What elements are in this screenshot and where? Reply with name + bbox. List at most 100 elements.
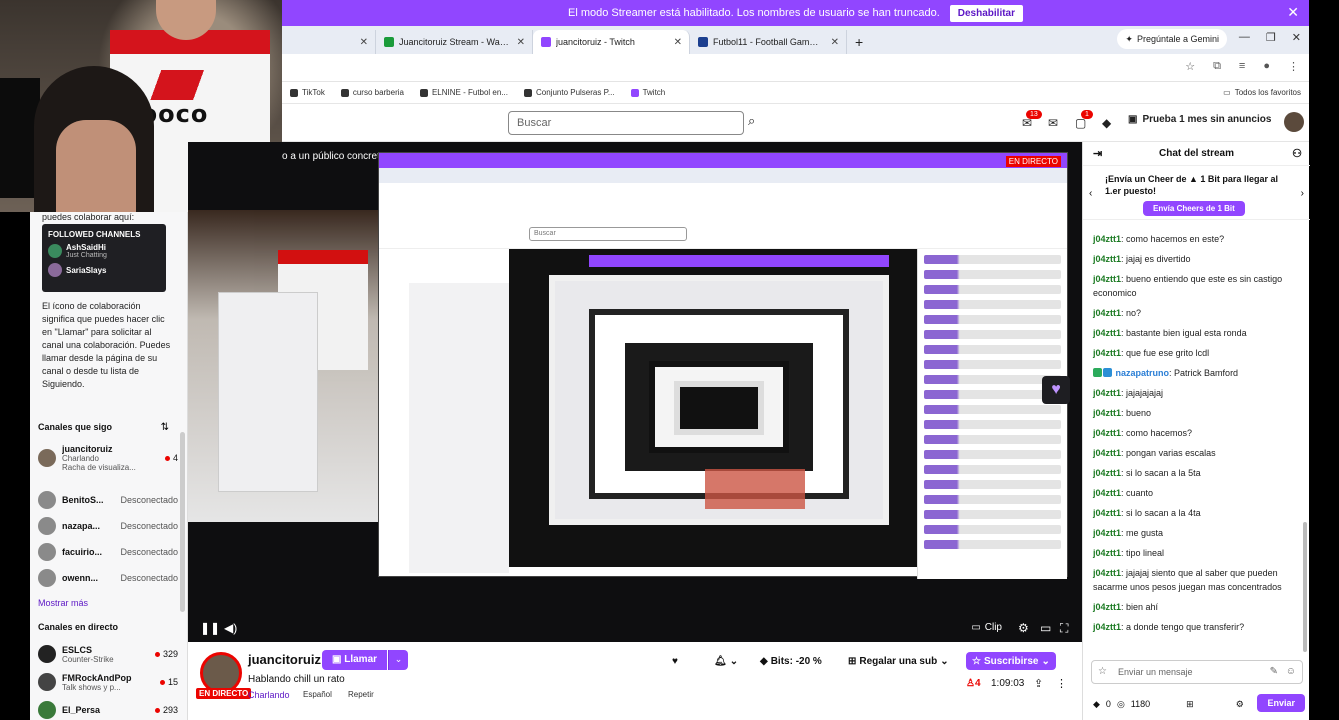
chat-username[interactable]: j04ztt1 (1093, 408, 1121, 418)
bookmark-elnine[interactable]: ELNINE - Futbol en... (419, 88, 508, 97)
chat-username[interactable]: j04ztt1 (1093, 488, 1121, 498)
gemini-button[interactable]: ✦ Pregúntale a Gemini (1117, 29, 1227, 49)
chat-username[interactable]: j04ztt1 (1093, 622, 1121, 632)
show-more-link[interactable]: Mostrar más (38, 598, 88, 608)
all-bookmarks-folder[interactable]: ▭ Todos los favoritos (1223, 88, 1301, 97)
sidebar-channel-nazapa[interactable]: nazapa... Desconectado (38, 514, 178, 538)
tab-twitch[interactable]: juancitoruiz - Twitch ✕ (533, 30, 690, 54)
emote-picker-icon[interactable]: ☆ (1098, 666, 1107, 677)
chat-scrollbar[interactable] (1303, 522, 1307, 652)
streamer-name[interactable]: juancitoruiz (248, 652, 321, 667)
chevron-right-icon[interactable]: › (1301, 188, 1304, 199)
bookmark-pulseras[interactable]: Conjunto Pulseras P... (524, 88, 615, 97)
chevron-left-icon[interactable]: ‹ (1089, 188, 1092, 199)
more-options-icon[interactable]: ⋮ (1056, 677, 1067, 690)
bookmark-curso-barberia[interactable]: curso barberia (340, 88, 404, 97)
disable-streamer-mode-button[interactable]: Deshabilitar (949, 4, 1024, 22)
whispers-icon[interactable]: ✉ (1048, 116, 1058, 130)
address-bar[interactable]: ☆ ⧉ ≡ ● ⋮ (282, 54, 1309, 82)
chat-username[interactable]: j04ztt1 (1093, 308, 1121, 318)
volume-icon[interactable]: ◀) (224, 621, 237, 635)
call-button[interactable]: ▣ Llamar (322, 650, 388, 670)
settings-icon[interactable]: ⚙ (1018, 621, 1029, 635)
chat-username[interactable]: j04ztt1 (1093, 602, 1121, 612)
close-tab-icon[interactable]: ✕ (674, 37, 682, 48)
chat-username[interactable]: j04ztt1 (1093, 528, 1121, 538)
sparkle-icon[interactable]: ✎ (1270, 666, 1278, 677)
sort-icon[interactable]: ⇅ (161, 422, 169, 433)
restore-icon[interactable]: ❐ (1266, 31, 1276, 44)
chat-username[interactable]: j04ztt1 (1093, 388, 1121, 398)
stream-category-link[interactable]: Charlando (248, 690, 290, 700)
send-button[interactable]: Enviar (1257, 694, 1305, 712)
follow-heart-button[interactable]: ♥ (666, 652, 684, 670)
close-icon[interactable]: ✕ (1287, 4, 1299, 21)
star-icon[interactable]: ☆ (1185, 60, 1195, 73)
close-tab-icon[interactable]: ✕ (360, 37, 368, 48)
menu-icon[interactable]: ⋮ (1288, 60, 1299, 73)
share-icon[interactable]: ⇪ (1034, 677, 1043, 690)
chat-username[interactable]: j04ztt1 (1093, 234, 1121, 244)
bookmark-twitch[interactable]: Twitch (630, 88, 665, 97)
sidebar-channel-juancitoruiz[interactable]: juancitoruiz Charlando Racha de visualiza.… (38, 444, 178, 472)
extensions-icon[interactable]: ⧉ (1213, 60, 1221, 73)
chat-username[interactable]: j04ztt1 (1093, 508, 1121, 518)
chat-username[interactable]: j04ztt1 (1093, 448, 1121, 458)
heart-icon[interactable]: ♥ (1042, 376, 1070, 404)
tab-futbol11[interactable]: Futbol11 - Football Games Daily ✕ (690, 30, 847, 54)
gift-label: Regalar una sub (859, 655, 938, 667)
tab-partial[interactable]: ✕ (282, 30, 376, 54)
close-tab-icon[interactable]: ✕ (517, 37, 525, 48)
sidebar-scrollbar[interactable] (180, 432, 185, 612)
chat-username[interactable]: j04ztt1 (1093, 328, 1121, 338)
chat-username[interactable]: j04ztt1 (1093, 254, 1121, 264)
gift-icon[interactable]: ⊞ (1186, 699, 1194, 710)
minimize-icon[interactable]: — (1239, 31, 1250, 44)
close-tab-icon[interactable]: ✕ (831, 37, 839, 48)
sidebar-channel-fmrockandpop[interactable]: FMRockAndPop Talk shows y p... 15 (38, 670, 178, 694)
chat-username[interactable]: j04ztt1 (1093, 348, 1121, 358)
tab-stream-watch[interactable]: Juancitoruiz Stream - Watch Li... ✕ (376, 30, 533, 54)
media-icon[interactable]: ≡ (1239, 60, 1245, 73)
notification-bell-button[interactable]: 🔔︎ ⌄ (708, 652, 744, 670)
subscribe-button[interactable]: ☆ Suscribirse ⌄ (966, 652, 1056, 670)
user-avatar[interactable] (1284, 112, 1304, 132)
bits-button[interactable]: ◆ Bits: -20 % (754, 652, 828, 670)
tag-repetir[interactable]: Repetir (348, 690, 374, 699)
sidebar-channel-facuirio[interactable]: facuirio... Desconectado (38, 540, 178, 564)
bookmark-tiktok[interactable]: TikTok (290, 88, 325, 97)
chat-username[interactable]: j04ztt1 (1093, 568, 1121, 578)
pause-icon[interactable]: ❚❚ (200, 621, 220, 635)
window-close-icon[interactable]: ✕ (1292, 31, 1301, 44)
fullscreen-icon[interactable]: ⛶ (1060, 621, 1068, 636)
gift-sub-button[interactable]: ⊞ Regalar una sub ⌄ (842, 652, 955, 670)
collapse-chat-icon[interactable]: ⇥ (1093, 147, 1102, 160)
emoji-icon[interactable]: ☺ (1286, 666, 1296, 677)
call-dropdown-button[interactable]: ⌄ (388, 650, 408, 670)
sidebar-channel-eslcs[interactable]: ESLCS Counter-Strike 329 (38, 642, 178, 666)
search-input[interactable]: Buscar (508, 111, 744, 135)
sidebar-channel-owenn[interactable]: owenn... Desconectado (38, 566, 178, 590)
sidebar-channel-benitos[interactable]: BenitoS... Desconectado (38, 488, 178, 512)
tag-espanol[interactable]: Español (303, 690, 332, 699)
users-icon[interactable]: ⚇ (1292, 147, 1302, 160)
search-icon[interactable]: ⌕ (748, 113, 768, 133)
chat-username[interactable]: j04ztt1 (1093, 468, 1121, 478)
clip-button[interactable]: ▭ Clip (971, 622, 1002, 633)
chat-settings-icon[interactable]: ⚙ (1236, 699, 1244, 710)
chat-username[interactable]: j04ztt1 (1093, 428, 1121, 438)
sidebar-channel-el-persa[interactable]: El_Persa 293 (38, 698, 178, 720)
chat-username[interactable]: j04ztt1 (1093, 274, 1121, 284)
cheer-button[interactable]: Envía Cheers de 1 Bit (1143, 201, 1245, 216)
theatre-mode-icon[interactable]: ▭ (1040, 621, 1051, 635)
chat-input[interactable]: ☆ Enviar un mensaje ✎ ☺ (1091, 660, 1303, 684)
bits-icon[interactable]: ◆ (1102, 116, 1111, 130)
prime-ad-free-button[interactable]: ▣ Prueba 1 mes sin anuncios (1128, 114, 1271, 125)
new-tab-icon[interactable]: + (847, 34, 871, 54)
profile-icon[interactable]: ● (1263, 60, 1270, 73)
chat-username[interactable]: j04ztt1 (1093, 548, 1121, 558)
bits-icon[interactable]: ◆ (1093, 699, 1100, 710)
chat-username[interactable]: nazapatruno (1116, 368, 1170, 378)
video-player[interactable]: o a un público concreto. ⌄ EN DIRECTO Bu… (188, 142, 1082, 642)
channel-points-icon[interactable]: ◎ (1117, 699, 1125, 710)
